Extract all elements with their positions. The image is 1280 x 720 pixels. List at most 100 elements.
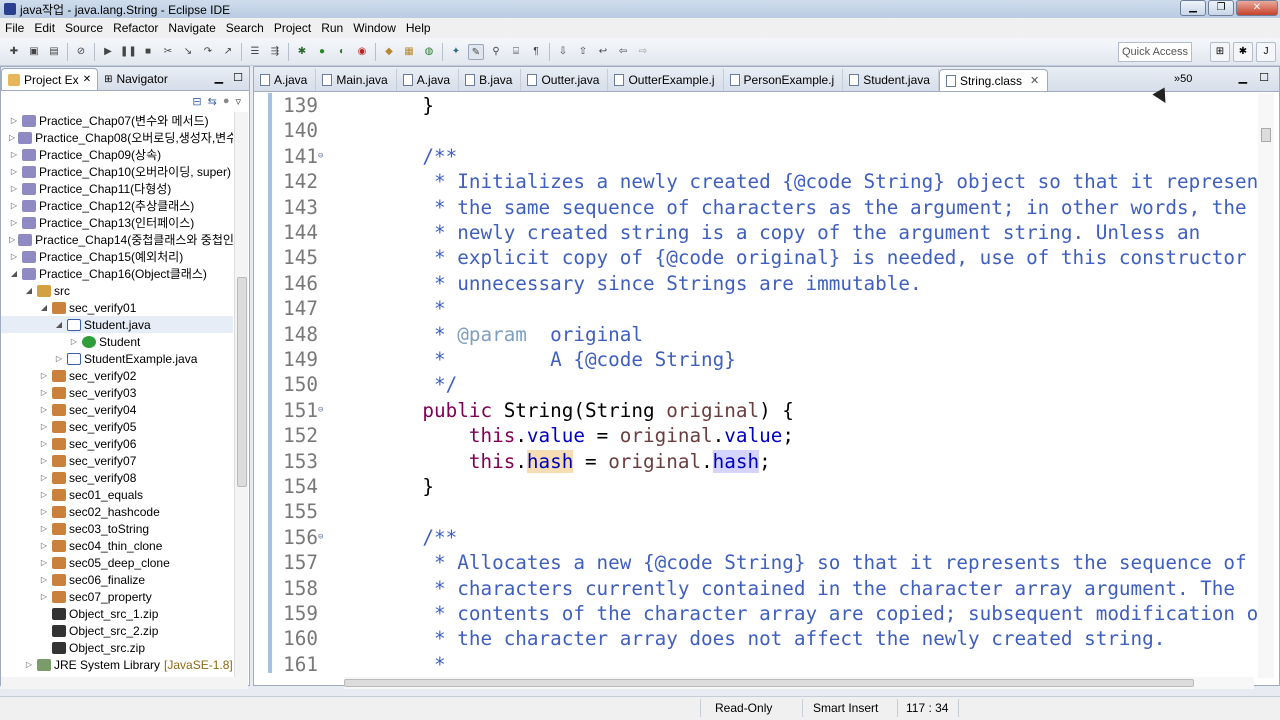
tree-item[interactable]: ▷ Practice_Chap08(오버로딩,생성자,변수 (1, 129, 233, 146)
code-area[interactable]: 139 } 140 141⊖ /** 142 * Initializes a newl… (268, 93, 1258, 673)
tree-item[interactable]: ▷ sec_verify06 (1, 435, 233, 452)
editor-tab[interactable]: Main.java (316, 69, 397, 91)
skip-breakpoints-icon[interactable]: ⊘ (73, 44, 89, 60)
new-icon[interactable]: ✚ (6, 44, 22, 60)
expand-icon[interactable]: ▷ (9, 150, 19, 159)
drop-frame-icon[interactable]: ☰ (247, 44, 263, 60)
fold-icon[interactable]: ⊖ (318, 525, 328, 550)
open-perspective-icon[interactable]: ⊞ (1210, 42, 1230, 62)
suspend-icon[interactable]: ❚❚ (120, 44, 137, 60)
external-tools-icon[interactable]: ◉ (354, 44, 370, 60)
tree-item[interactable]: ▷ sec_verify05 (1, 418, 233, 435)
editor-tab[interactable]: Student.java (843, 69, 939, 91)
editor-tab[interactable]: Outter.java (521, 69, 609, 91)
expand-icon[interactable]: ▷ (9, 116, 19, 125)
tree-item[interactable]: ▷ sec04_thin_clone (1, 537, 233, 554)
expand-icon[interactable]: ▷ (9, 201, 19, 210)
tree-item[interactable]: ▷ Practice_Chap14(중첩클래스와 중첩인 (1, 231, 233, 248)
forward-icon[interactable]: ⇨ (635, 44, 651, 60)
minimize-editor-icon[interactable]: ▁ (1239, 71, 1247, 84)
expand-icon[interactable]: ▷ (39, 592, 49, 601)
editor-tab[interactable]: String.class ✕ (938, 69, 1049, 91)
step-over-icon[interactable]: ↷ (200, 44, 216, 60)
expand-icon[interactable]: ▷ (39, 439, 49, 448)
expand-icon[interactable]: ▷ (39, 371, 49, 380)
expand-icon[interactable]: ▷ (9, 167, 19, 176)
expand-icon[interactable]: ▷ (9, 218, 19, 227)
maximize-button[interactable]: ❐ (1208, 0, 1234, 16)
tree-horizontal-scrollbar[interactable] (1, 677, 248, 689)
tree-item[interactable]: ▷ Practice_Chap12(추상클래스) (1, 197, 233, 214)
tab-project-explorer[interactable]: Project Ex ✕ (1, 68, 99, 90)
editor-tab[interactable]: OutterExample.j (608, 69, 724, 91)
show-whitespace-icon[interactable]: ¶ (528, 44, 544, 60)
new-class-icon[interactable]: ◍ (421, 44, 437, 60)
java-perspective-icon[interactable]: J (1256, 42, 1276, 62)
menu-help[interactable]: Help (401, 21, 436, 35)
minimize-view-icon[interactable]: ▁ (215, 71, 223, 84)
expand-icon[interactable]: ▷ (69, 337, 79, 346)
tree-item[interactable]: ▷ sec02_hashcode (1, 503, 233, 520)
menu-search[interactable]: Search (221, 21, 269, 35)
expand-icon[interactable]: ▷ (39, 490, 49, 499)
menu-window[interactable]: Window (348, 21, 401, 35)
tree-item[interactable]: ▷ JRE System Library [JavaSE-1.8] (1, 656, 233, 673)
collapse-all-icon[interactable]: ⊟ (192, 95, 201, 108)
expand-icon[interactable]: ▷ (9, 184, 19, 193)
expand-icon[interactable]: ▷ (39, 507, 49, 516)
tree-item[interactable]: Object_src_1.zip (1, 605, 233, 622)
menu-refactor[interactable]: Refactor (108, 21, 163, 35)
view-menu-icon[interactable]: ▿ (235, 95, 241, 108)
maximize-editor-icon[interactable]: ☐ (1259, 71, 1269, 84)
tab-navigator[interactable]: ⊞ Navigator (98, 68, 174, 90)
quick-access-input[interactable]: Quick Access (1118, 42, 1192, 62)
minimize-button[interactable]: ▁ (1180, 0, 1206, 16)
menu-navigate[interactable]: Navigate (163, 21, 220, 35)
tree-item[interactable]: ▷ sec_verify08 (1, 469, 233, 486)
focus-icon[interactable]: ● (223, 95, 230, 107)
tree-item[interactable]: ▷ sec03_toString (1, 520, 233, 537)
tree-item[interactable]: ◢ sec_verify01 (1, 299, 233, 316)
editor-tab[interactable]: PersonExample.j (724, 69, 844, 91)
menu-run[interactable]: Run (316, 21, 348, 35)
new-package-icon[interactable]: ▦ (401, 44, 417, 60)
tree-item[interactable]: ▷ sec_verify02 (1, 367, 233, 384)
expand-icon[interactable]: ▷ (54, 354, 64, 363)
toggle-highlight-icon[interactable]: ✎ (468, 43, 484, 60)
fold-icon[interactable]: ⊖ (318, 144, 328, 169)
link-editor-icon[interactable]: ⇆ (208, 95, 217, 108)
terminate-icon[interactable]: ■ (140, 44, 156, 60)
expand-icon[interactable]: ▷ (9, 133, 15, 142)
fold-icon[interactable]: ⊖ (318, 398, 328, 423)
editor-horizontal-scrollbar[interactable] (344, 677, 1254, 689)
editor-vertical-scrollbar[interactable] (1258, 93, 1274, 678)
expand-icon[interactable]: ▷ (9, 235, 15, 244)
new-java-project-icon[interactable]: ◆ (381, 44, 397, 60)
open-type-icon[interactable]: ✦ (448, 44, 464, 60)
editor-tab[interactable]: A.java (254, 69, 317, 91)
expand-icon[interactable]: ▷ (39, 541, 49, 550)
tree-vertical-scrollbar[interactable] (234, 112, 248, 677)
tree-item[interactable]: ◢ Practice_Chap16(Object클래스) (1, 265, 233, 282)
tree-item[interactable]: ▷ Practice_Chap07(변수와 메서드) (1, 112, 233, 129)
expand-icon[interactable]: ▷ (39, 422, 49, 431)
close-icon[interactable]: ✕ (1030, 74, 1039, 87)
collapse-icon[interactable]: ◢ (54, 320, 64, 329)
tree-item[interactable]: ▷ sec01_equals (1, 486, 233, 503)
tree-item[interactable]: ◢ Student.java (1, 316, 233, 333)
tree-item[interactable]: ▷ sec_verify04 (1, 401, 233, 418)
tree-item[interactable]: ▷ sec_verify07 (1, 452, 233, 469)
tree-item[interactable]: ▷ Practice_Chap09(상속) (1, 146, 233, 163)
expand-icon[interactable]: ▷ (39, 456, 49, 465)
toggle-block-icon[interactable]: ⌸ (508, 44, 524, 60)
tree-item[interactable]: ▷ Student (1, 333, 233, 350)
menu-project[interactable]: Project (269, 21, 316, 35)
save-all-icon[interactable]: ▤ (46, 44, 62, 60)
tree-item[interactable]: ▷ StudentExample.java (1, 350, 233, 367)
expand-icon[interactable]: ▷ (39, 558, 49, 567)
tree-item[interactable]: ▷ Practice_Chap15(예외처리) (1, 248, 233, 265)
debug-perspective-icon[interactable]: ✱ (1233, 42, 1253, 62)
disconnect-icon[interactable]: ✂ (160, 44, 176, 60)
tree-item[interactable]: ▷ Practice_Chap11(다형성) (1, 180, 233, 197)
menu-file[interactable]: File (0, 21, 29, 35)
